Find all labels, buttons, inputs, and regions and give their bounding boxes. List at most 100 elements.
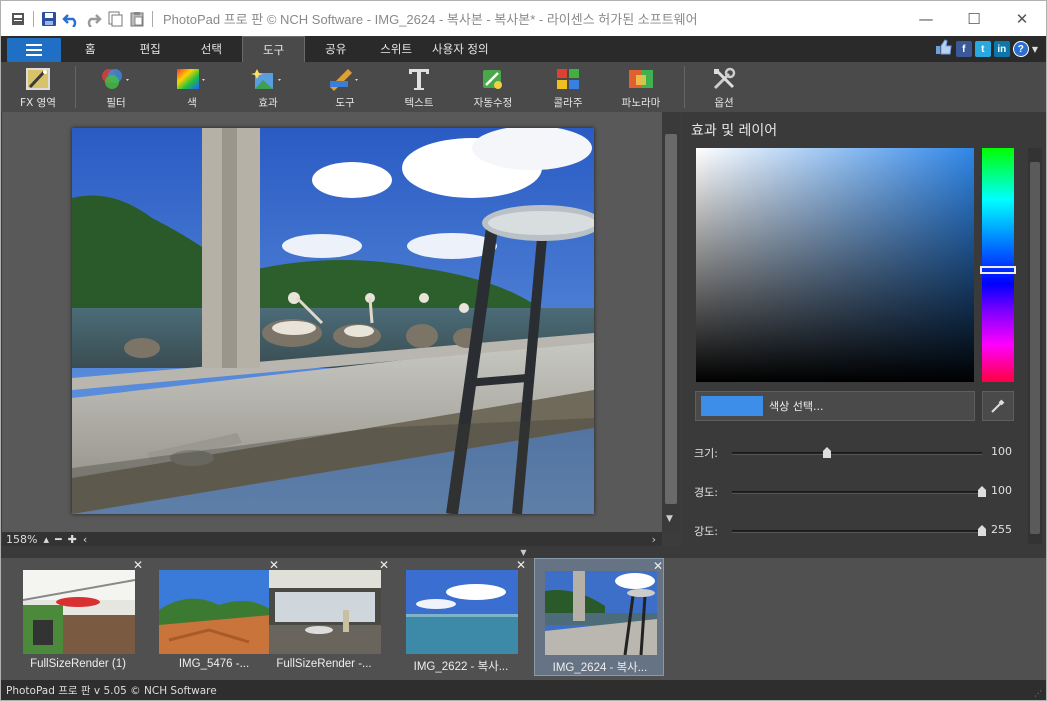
maximize-button[interactable]: ☐ xyxy=(950,1,998,36)
thumbs-up-icon[interactable] xyxy=(935,39,953,59)
title-bar: PhotoPad 프로 판 © NCH Software - IMG_2624 … xyxy=(1,1,1046,36)
size-slider-knob[interactable] xyxy=(822,446,832,459)
size-slider-row: 크기: 100 xyxy=(694,443,1024,463)
hardness-slider-knob[interactable] xyxy=(977,485,987,498)
help-icon[interactable]: ? xyxy=(1012,41,1029,57)
options-button[interactable]: 옵션 xyxy=(685,62,763,112)
fx-area-label: FX 영역 xyxy=(20,97,56,109)
panel-scroll-thumb[interactable] xyxy=(1030,162,1040,534)
quick-access-toolbar xyxy=(1,1,155,36)
scroll-down-icon[interactable]: ▼ xyxy=(666,514,673,524)
close-thumbnail-icon[interactable]: ✕ xyxy=(379,558,389,572)
window-controls: — ☐ ✕ xyxy=(902,1,1046,36)
zoom-level: 158% xyxy=(6,532,38,546)
minimize-button[interactable]: — xyxy=(902,1,950,36)
thumbnail-caption: FullSizeRender -... xyxy=(276,658,372,670)
qa-separator xyxy=(33,10,34,27)
thumbnail-item[interactable]: ✕ FullSizeRender (1) xyxy=(13,558,143,676)
thumbnail-item-selected[interactable]: ✕ IMG_2624 - 복사... xyxy=(534,558,664,676)
tab-home[interactable]: 홈 xyxy=(61,36,120,62)
saturation-value-picker[interactable] xyxy=(696,148,974,382)
thumbnail-image xyxy=(406,570,518,654)
filter-label: 필터 xyxy=(106,97,126,109)
undo-icon[interactable] xyxy=(62,10,80,28)
select-color-button[interactable]: 색상 선택... xyxy=(695,391,975,421)
help-dropdown-icon[interactable]: ▼ xyxy=(1032,45,1038,54)
effect-button[interactable]: 효과 xyxy=(228,62,308,112)
eyedropper-button[interactable] xyxy=(982,391,1014,421)
image-canvas[interactable] xyxy=(2,112,662,532)
zoom-out-button[interactable]: ━ xyxy=(55,533,62,546)
effect-label: 효과 xyxy=(258,97,278,109)
tab-share[interactable]: 공유 xyxy=(305,36,366,62)
effect-icon xyxy=(251,66,285,92)
resize-grip-icon[interactable]: ⋰ xyxy=(1034,689,1042,698)
tab-suite[interactable]: 스위트 xyxy=(366,36,426,62)
canvas-vscroll-thumb[interactable] xyxy=(665,134,677,504)
tab-customize[interactable]: 사용자 정의 xyxy=(426,36,495,62)
main-menu-button[interactable] xyxy=(7,38,61,62)
thumbnail-image xyxy=(545,571,657,655)
thumbnail-caption: IMG_2622 - 복사... xyxy=(413,661,509,673)
hue-marker[interactable] xyxy=(980,266,1016,274)
filmstrip-splitter[interactable]: ▼ xyxy=(1,546,1046,558)
text-button[interactable]: 텍스트 xyxy=(382,62,456,112)
ribbon-tabs: 홈 편집 선택 도구 공유 스위트 사용자 정의 f t in ? ▼ xyxy=(1,36,1046,62)
canvas-vertical-scrollbar[interactable]: ▼ xyxy=(662,112,680,532)
thumbnail-caption: FullSizeRender (1) xyxy=(30,658,126,670)
tools-label: 도구 xyxy=(335,97,355,109)
tab-tools[interactable]: 도구 xyxy=(241,36,306,62)
close-button[interactable]: ✕ xyxy=(998,1,1046,36)
status-bar: PhotoPad 프로 판 v 5.05 © NCH Software ⋰ xyxy=(1,680,1046,700)
app-window: PhotoPad 프로 판 © NCH Software - IMG_2624 … xyxy=(0,0,1047,701)
panorama-button[interactable]: 파노라마 xyxy=(606,62,676,112)
thumbnail-item[interactable]: ✕ IMG_2622 - 복사... xyxy=(396,558,526,676)
twitter-icon[interactable]: t xyxy=(974,41,991,57)
tools-button[interactable]: 도구 xyxy=(308,62,382,112)
paste-icon[interactable] xyxy=(128,10,146,28)
hue-slider[interactable] xyxy=(982,148,1014,382)
ribbon-toolbar: FX 영역 필터 색 효과 도구 텍스트 자동수정 콜라주 파노라마 옵션 xyxy=(1,62,1046,112)
close-thumbnail-icon[interactable]: ✕ xyxy=(653,559,663,573)
color-label: 색 xyxy=(187,97,197,109)
scroll-right-icon[interactable]: › xyxy=(652,533,656,546)
tab-select[interactable]: 선택 xyxy=(181,36,242,62)
select-color-label: 색상 선택... xyxy=(769,400,824,413)
social-links: f t in ? ▼ xyxy=(935,39,1038,59)
thumbnail-caption: IMG_2624 - 복사... xyxy=(552,662,648,674)
redo-icon[interactable] xyxy=(84,10,102,28)
fx-area-button[interactable]: FX 영역 xyxy=(1,62,75,112)
strength-slider-track[interactable] xyxy=(732,530,982,533)
strength-label: 강도: xyxy=(694,525,718,538)
strength-value: 255 xyxy=(991,523,1012,536)
app-menu-icon[interactable] xyxy=(9,10,27,28)
effects-layers-panel: 효과 및 레이어 색상 선택... 크기: 100 경도: 100 강도: 25… xyxy=(682,112,1046,546)
autofix-label: 자동수정 xyxy=(473,97,513,109)
qa-separator xyxy=(152,10,153,27)
filter-icon xyxy=(99,66,133,92)
panel-scrollbar[interactable] xyxy=(1028,148,1042,544)
filter-button[interactable]: 필터 xyxy=(76,62,156,112)
panorama-icon xyxy=(627,66,655,92)
color-button[interactable]: 색 xyxy=(156,62,228,112)
thumbnail-item[interactable]: ✕ FullSizeRender -... xyxy=(259,558,389,676)
collage-button[interactable]: 콜라주 xyxy=(530,62,606,112)
strength-slider-knob[interactable] xyxy=(977,524,987,537)
save-icon[interactable] xyxy=(40,10,58,28)
close-thumbnail-icon[interactable]: ✕ xyxy=(516,558,526,572)
hardness-label: 경도: xyxy=(694,486,718,499)
copy-icon[interactable] xyxy=(106,10,124,28)
facebook-icon[interactable]: f xyxy=(955,41,972,57)
close-thumbnail-icon[interactable]: ✕ xyxy=(133,558,143,572)
collapse-icon[interactable]: ▼ xyxy=(520,548,526,557)
size-slider-track[interactable] xyxy=(732,452,982,455)
autofix-button[interactable]: 자동수정 xyxy=(456,62,530,112)
hardness-slider-track[interactable] xyxy=(732,491,982,494)
text-label: 텍스트 xyxy=(404,97,434,109)
linkedin-icon[interactable]: in xyxy=(993,41,1010,57)
tab-edit[interactable]: 편집 xyxy=(120,36,181,62)
zoom-dropdown-icon[interactable]: ▴ xyxy=(43,533,49,546)
scroll-left-icon[interactable]: ‹ xyxy=(83,533,87,546)
zoom-in-button[interactable]: ✚ xyxy=(68,533,77,546)
photo-pelicans-dock[interactable] xyxy=(72,128,594,514)
